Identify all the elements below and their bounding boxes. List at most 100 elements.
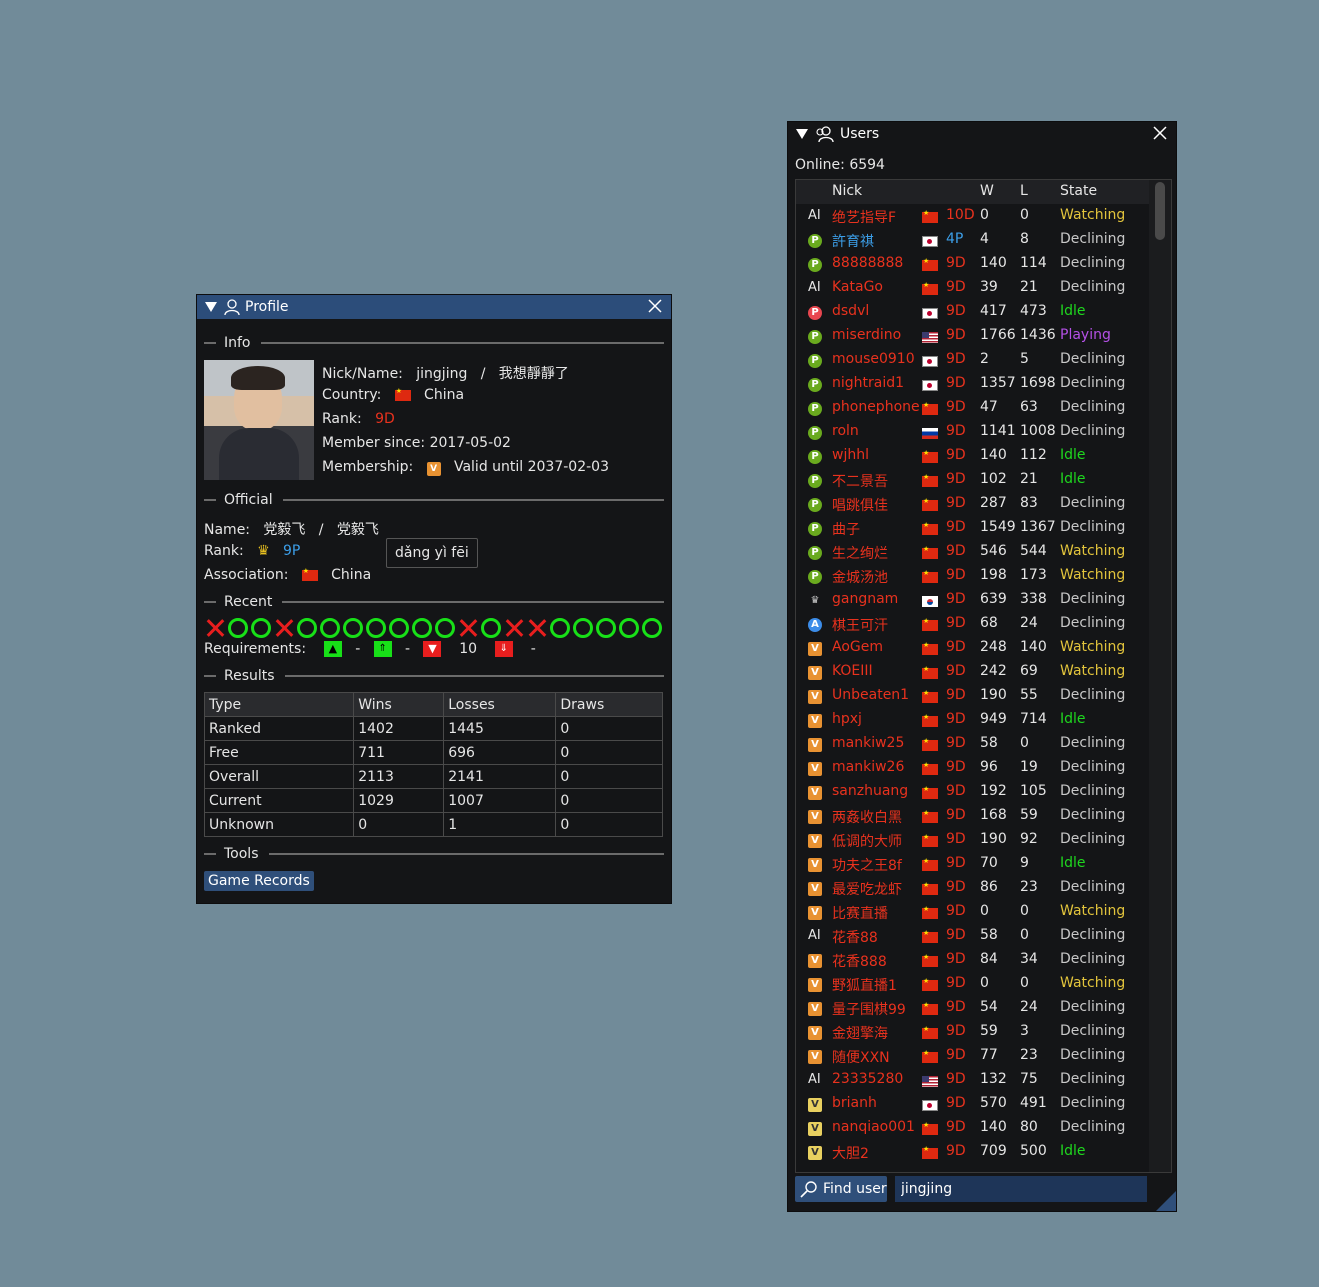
win-circle-icon[interactable] bbox=[619, 618, 639, 638]
user-row[interactable]: V AoGem 9D 248 140 Watching bbox=[796, 636, 1171, 660]
user-nick[interactable]: 绝艺指导F bbox=[832, 207, 896, 227]
user-nick[interactable]: nanqiao001 bbox=[832, 1119, 915, 1135]
user-nick[interactable]: 功夫之王8f bbox=[832, 855, 902, 875]
user-nick[interactable]: AoGem bbox=[832, 639, 883, 655]
users-list[interactable]: Nick W L State AI 绝艺指导F 10D 0 0 Watching P 許育祺 4… bbox=[795, 179, 1172, 1173]
user-nick[interactable]: 許育祺 bbox=[832, 231, 874, 251]
user-row[interactable]: ♛ gangnam 9D 639 338 Declining bbox=[796, 588, 1171, 612]
close-icon[interactable] bbox=[647, 298, 663, 314]
win-circle-icon[interactable] bbox=[389, 618, 409, 638]
user-nick[interactable]: 唱跳俱佳 bbox=[832, 495, 888, 515]
user-nick[interactable]: gangnam bbox=[832, 591, 898, 607]
user-nick[interactable]: 金城汤池 bbox=[832, 567, 888, 587]
user-row[interactable]: P 88888888 9D 140 114 Declining bbox=[796, 252, 1171, 276]
win-circle-icon[interactable] bbox=[550, 618, 570, 638]
user-row[interactable]: AI KataGo 9D 39 21 Declining bbox=[796, 276, 1171, 300]
user-row[interactable]: Vmankiw26 9D 96 19 Declining bbox=[796, 756, 1171, 780]
user-row[interactable]: Vhpxj 9D 949 714 Idle bbox=[796, 708, 1171, 732]
loss-cross-icon[interactable] bbox=[274, 618, 294, 638]
user-nick[interactable]: KataGo bbox=[832, 279, 883, 295]
user-row[interactable]: P 唱跳俱佳 9D 287 83 Declining bbox=[796, 492, 1171, 516]
user-row[interactable]: V 金翅擎海 9D 59 3 Declining bbox=[796, 1020, 1171, 1044]
user-row[interactable]: V 量子围棋99 9D 54 24 Declining bbox=[796, 996, 1171, 1020]
user-nick[interactable]: KOEIII bbox=[832, 663, 873, 679]
user-row[interactable]: AI 绝艺指导F 10D 0 0 Watching bbox=[796, 204, 1171, 228]
user-nick[interactable]: 低调的大师 bbox=[832, 831, 902, 851]
loss-cross-icon[interactable] bbox=[205, 618, 225, 638]
user-nick[interactable]: mankiw26 bbox=[832, 759, 904, 775]
user-row[interactable]: Vmankiw25 9D 58 0 Declining bbox=[796, 732, 1171, 756]
resize-grip[interactable] bbox=[1156, 1191, 1176, 1211]
user-row[interactable]: V 低调的大师 9D 190 92 Declining bbox=[796, 828, 1171, 852]
user-nick[interactable]: 金翅擎海 bbox=[832, 1023, 888, 1043]
user-nick[interactable]: 花香888 bbox=[832, 951, 887, 971]
user-nick[interactable]: 曲子 bbox=[832, 519, 860, 539]
close-icon[interactable] bbox=[1152, 125, 1168, 141]
user-nick[interactable]: mouse0910 bbox=[832, 351, 915, 367]
win-circle-icon[interactable] bbox=[320, 618, 340, 638]
win-circle-icon[interactable] bbox=[251, 618, 271, 638]
user-row[interactable]: P 不二景吾 9D 102 21 Idle bbox=[796, 468, 1171, 492]
user-row[interactable]: A 棋王可汗 9D 68 24 Declining bbox=[796, 612, 1171, 636]
user-nick[interactable]: 生之绚烂 bbox=[832, 543, 888, 563]
win-circle-icon[interactable] bbox=[297, 618, 317, 638]
win-circle-icon[interactable] bbox=[366, 618, 386, 638]
user-nick[interactable]: hpxj bbox=[832, 711, 862, 727]
user-row[interactable]: AI 23335280 9D 132 75 Declining bbox=[796, 1068, 1171, 1092]
collapse-icon[interactable] bbox=[205, 302, 217, 312]
user-row[interactable]: Pmouse0910 9D 2 5 Declining bbox=[796, 348, 1171, 372]
col-nick-header[interactable]: Nick bbox=[832, 183, 862, 199]
win-circle-icon[interactable] bbox=[412, 618, 432, 638]
user-nick[interactable]: dsdvl bbox=[832, 303, 869, 319]
win-circle-icon[interactable] bbox=[435, 618, 455, 638]
find-user-button[interactable]: Find user bbox=[795, 1176, 887, 1202]
user-nick[interactable]: 88888888 bbox=[832, 255, 903, 271]
user-nick[interactable]: roln bbox=[832, 423, 859, 439]
user-nick[interactable]: 花香88 bbox=[832, 927, 878, 947]
user-row[interactable]: Vsanzhuang 9D 192 105 Declining bbox=[796, 780, 1171, 804]
profile-titlebar[interactable]: Profile bbox=[197, 295, 671, 319]
user-row[interactable]: Vbrianh 9D 570 491 Declining bbox=[796, 1092, 1171, 1116]
user-row[interactable]: V 大胆2 9D 709 500 Idle bbox=[796, 1140, 1171, 1164]
user-nick[interactable]: sanzhuang bbox=[832, 783, 908, 799]
user-row[interactable]: V 野狐直播1 9D 0 0 Watching bbox=[796, 972, 1171, 996]
user-row[interactable]: V KOEIII 9D 242 69 Watching bbox=[796, 660, 1171, 684]
user-row[interactable]: P 金城汤池 9D 198 173 Watching bbox=[796, 564, 1171, 588]
user-row[interactable]: V 功夫之王8f 9D 70 9 Idle bbox=[796, 852, 1171, 876]
user-nick[interactable]: miserdino bbox=[832, 327, 901, 343]
user-nick[interactable]: nightraid1 bbox=[832, 375, 904, 391]
users-titlebar[interactable]: Users bbox=[788, 122, 1176, 146]
users-scrollbar[interactable] bbox=[1149, 180, 1171, 1172]
user-nick[interactable]: 随便XXN bbox=[832, 1047, 890, 1067]
user-nick[interactable]: phonephone bbox=[832, 399, 920, 415]
user-nick[interactable]: 比赛直播 bbox=[832, 903, 888, 923]
user-nick[interactable]: 两姦收白黑 bbox=[832, 807, 902, 827]
scrollbar-thumb[interactable] bbox=[1155, 182, 1165, 240]
user-row[interactable]: Vnanqiao001 9D 140 80 Declining bbox=[796, 1116, 1171, 1140]
collapse-icon[interactable] bbox=[796, 129, 808, 139]
user-nick[interactable]: brianh bbox=[832, 1095, 877, 1111]
user-row[interactable]: Pnightraid1 9D 1357 1698 Declining bbox=[796, 372, 1171, 396]
user-nick[interactable]: 量子围棋99 bbox=[832, 999, 906, 1019]
user-row[interactable]: V 比赛直播 9D 0 0 Watching bbox=[796, 900, 1171, 924]
user-row[interactable]: P 曲子 9D 15491367Declining bbox=[796, 516, 1171, 540]
user-row[interactable]: Pwjhhl 9D 140 112 Idle bbox=[796, 444, 1171, 468]
win-circle-icon[interactable] bbox=[573, 618, 593, 638]
user-row[interactable]: Pdsdvl 9D 417 473 Idle bbox=[796, 300, 1171, 324]
win-circle-icon[interactable] bbox=[642, 618, 662, 638]
loss-cross-icon[interactable] bbox=[527, 618, 547, 638]
user-nick[interactable]: 棋王可汗 bbox=[832, 615, 888, 635]
user-nick[interactable]: 野狐直播1 bbox=[832, 975, 897, 995]
loss-cross-icon[interactable] bbox=[458, 618, 478, 638]
user-row[interactable]: V 两姦收白黑 9D 168 59 Declining bbox=[796, 804, 1171, 828]
win-circle-icon[interactable] bbox=[228, 618, 248, 638]
win-circle-icon[interactable] bbox=[481, 618, 501, 638]
user-nick[interactable]: wjhhl bbox=[832, 447, 869, 463]
win-circle-icon[interactable] bbox=[596, 618, 616, 638]
game-records-button[interactable]: Game Records bbox=[204, 871, 314, 891]
user-row[interactable]: V 随便XXN 9D 77 23 Declining bbox=[796, 1044, 1171, 1068]
win-circle-icon[interactable] bbox=[343, 618, 363, 638]
col-state-header[interactable]: State bbox=[1060, 183, 1097, 199]
user-row[interactable]: Pmiserdino 9D 1766 1436 Playing bbox=[796, 324, 1171, 348]
loss-cross-icon[interactable] bbox=[504, 618, 524, 638]
